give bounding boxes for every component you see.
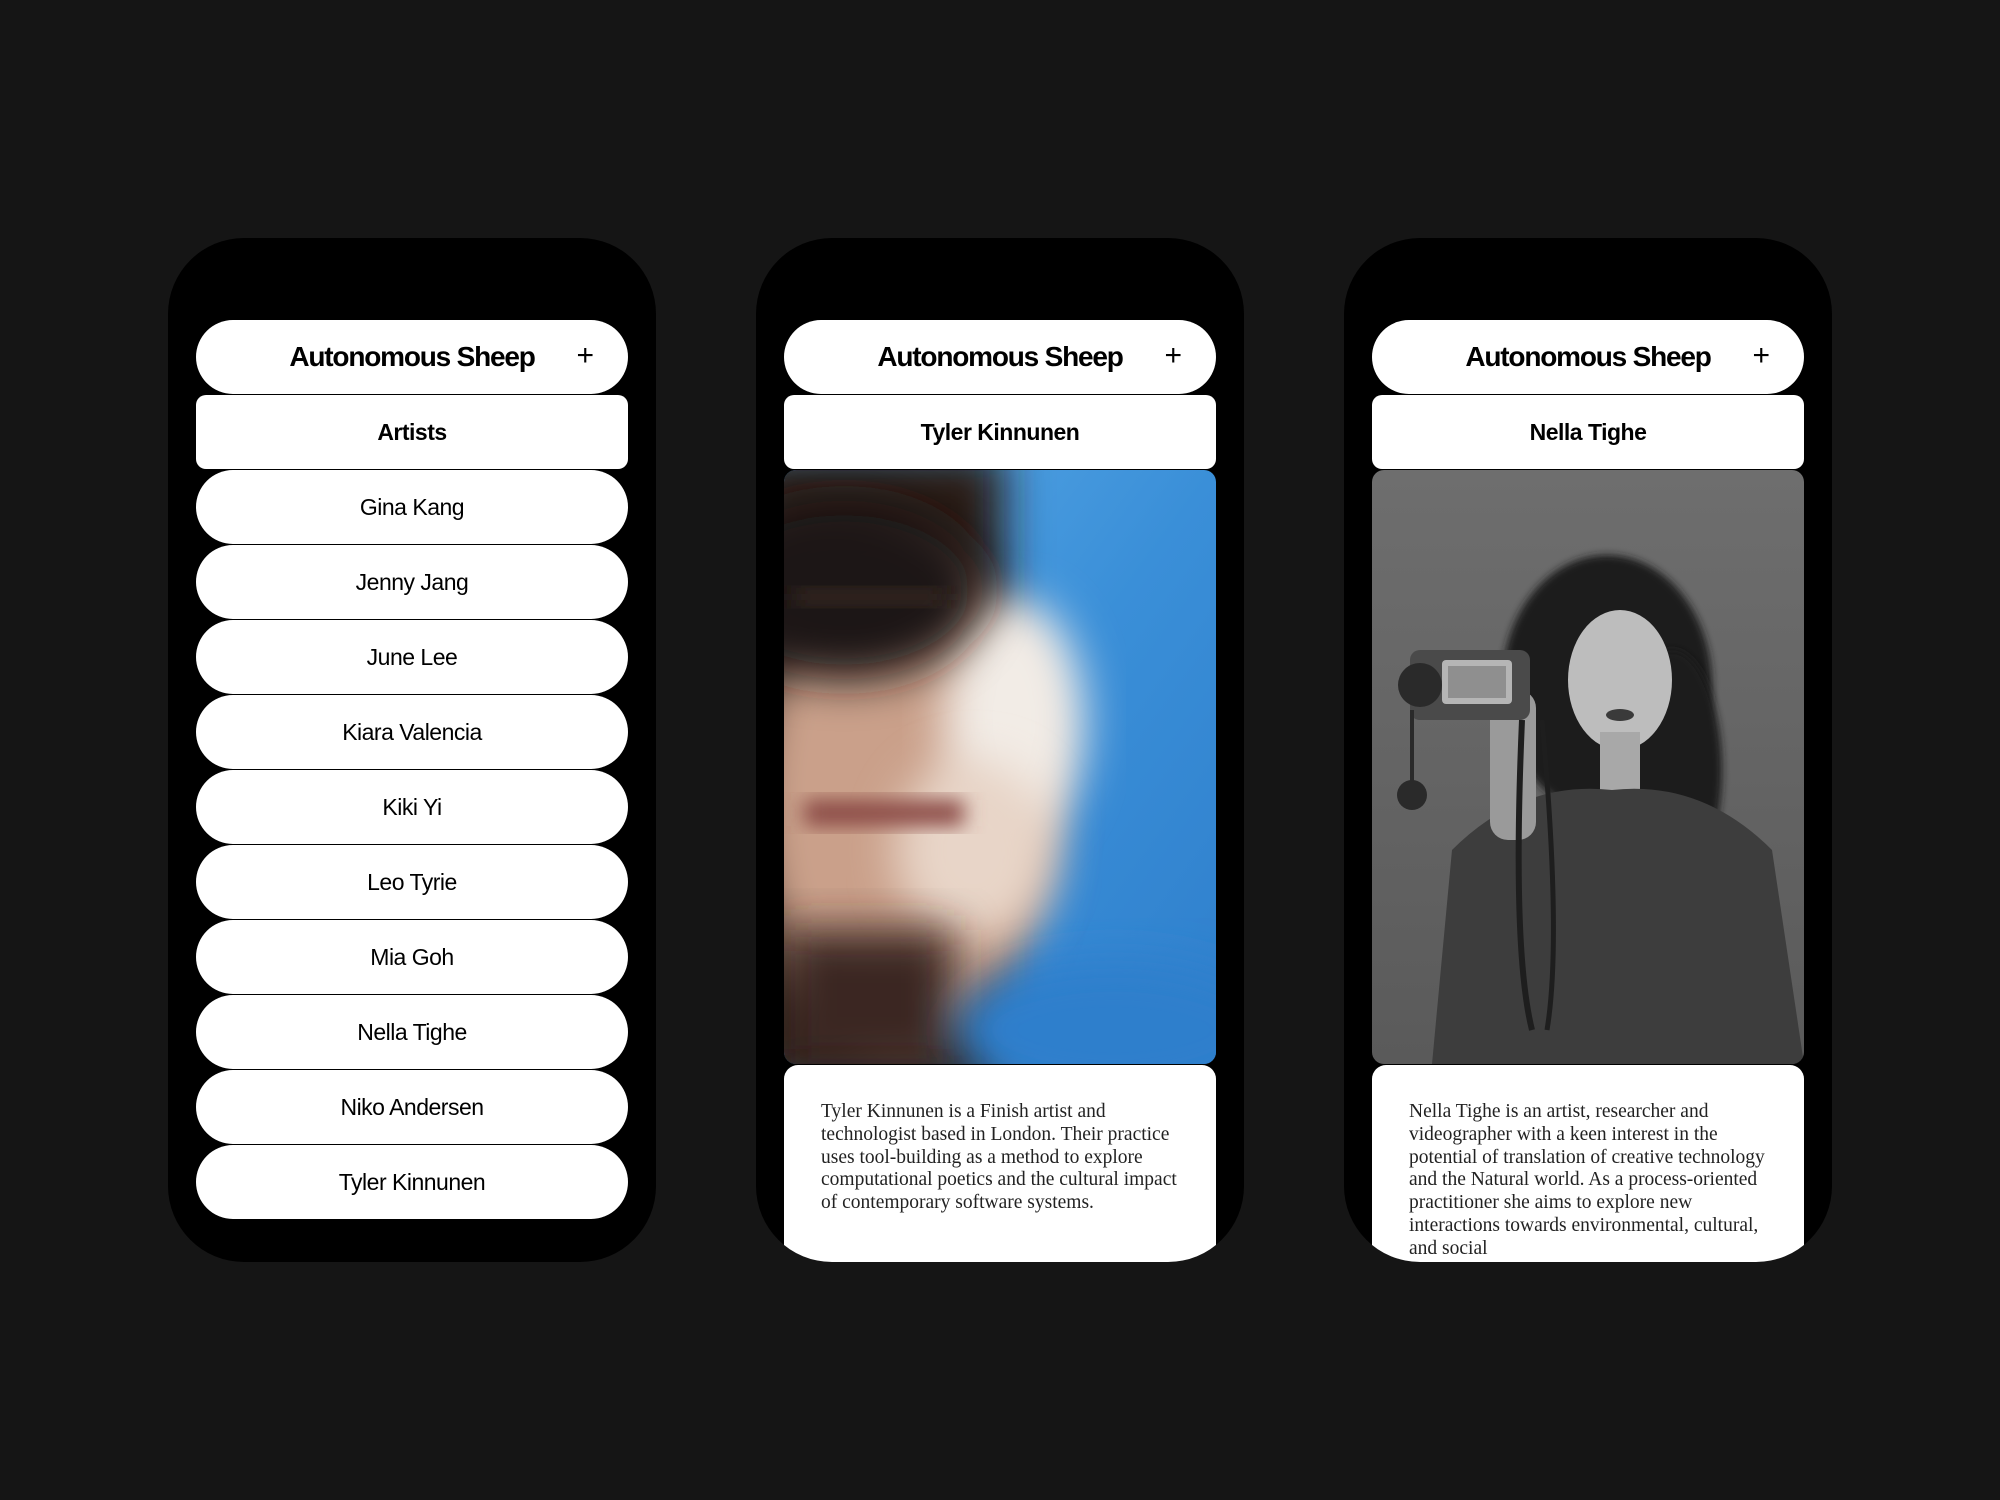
artist-item[interactable]: Kiki Yi <box>196 770 628 844</box>
bw-portrait-camera-graphic <box>1372 470 1804 1064</box>
plus-icon[interactable]: + <box>1164 334 1182 378</box>
blurred-portrait-graphic <box>784 470 1216 1064</box>
phone-artist-profile-tyler: Autonomous Sheep + Tyler Kinnunen Tyler … <box>756 238 1244 1262</box>
app-header: Autonomous Sheep + <box>1372 320 1804 394</box>
artist-item[interactable]: Gina Kang <box>196 470 628 544</box>
brand-title[interactable]: Autonomous Sheep <box>1465 341 1711 373</box>
plus-icon[interactable]: + <box>576 334 594 378</box>
artist-item[interactable]: Jenny Jang <box>196 545 628 619</box>
artist-item[interactable]: June Lee <box>196 620 628 694</box>
artist-name-title: Tyler Kinnunen <box>784 395 1216 469</box>
artist-bio: Tyler Kinnunen is a Finish artist and te… <box>784 1065 1216 1262</box>
app-header: Autonomous Sheep + <box>784 320 1216 394</box>
artist-item[interactable]: Kiara Valencia <box>196 695 628 769</box>
brand-title[interactable]: Autonomous Sheep <box>877 341 1123 373</box>
phone-artists-list: Autonomous Sheep + Artists Gina Kang Jen… <box>168 238 656 1262</box>
section-title: Artists <box>196 395 628 469</box>
artist-item[interactable]: Leo Tyrie <box>196 845 628 919</box>
app-header: Autonomous Sheep + <box>196 320 628 394</box>
artist-portrait-image <box>1372 470 1804 1064</box>
artist-item[interactable]: Mia Goh <box>196 920 628 994</box>
brand-title[interactable]: Autonomous Sheep <box>289 341 535 373</box>
plus-icon[interactable]: + <box>1752 334 1770 378</box>
artist-list: Gina Kang Jenny Jang June Lee Kiara Vale… <box>196 470 628 1220</box>
artist-item[interactable]: Niko Andersen <box>196 1070 628 1144</box>
artist-bio: Nella Tighe is an artist, researcher and… <box>1372 1065 1804 1262</box>
artist-item[interactable]: Tyler Kinnunen <box>196 1145 628 1219</box>
artist-name-title: Nella Tighe <box>1372 395 1804 469</box>
artist-item[interactable]: Nella Tighe <box>196 995 628 1069</box>
phone-artist-profile-nella: Autonomous Sheep + Nella Tighe Nella Tig… <box>1344 238 1832 1262</box>
artist-portrait-image <box>784 470 1216 1064</box>
